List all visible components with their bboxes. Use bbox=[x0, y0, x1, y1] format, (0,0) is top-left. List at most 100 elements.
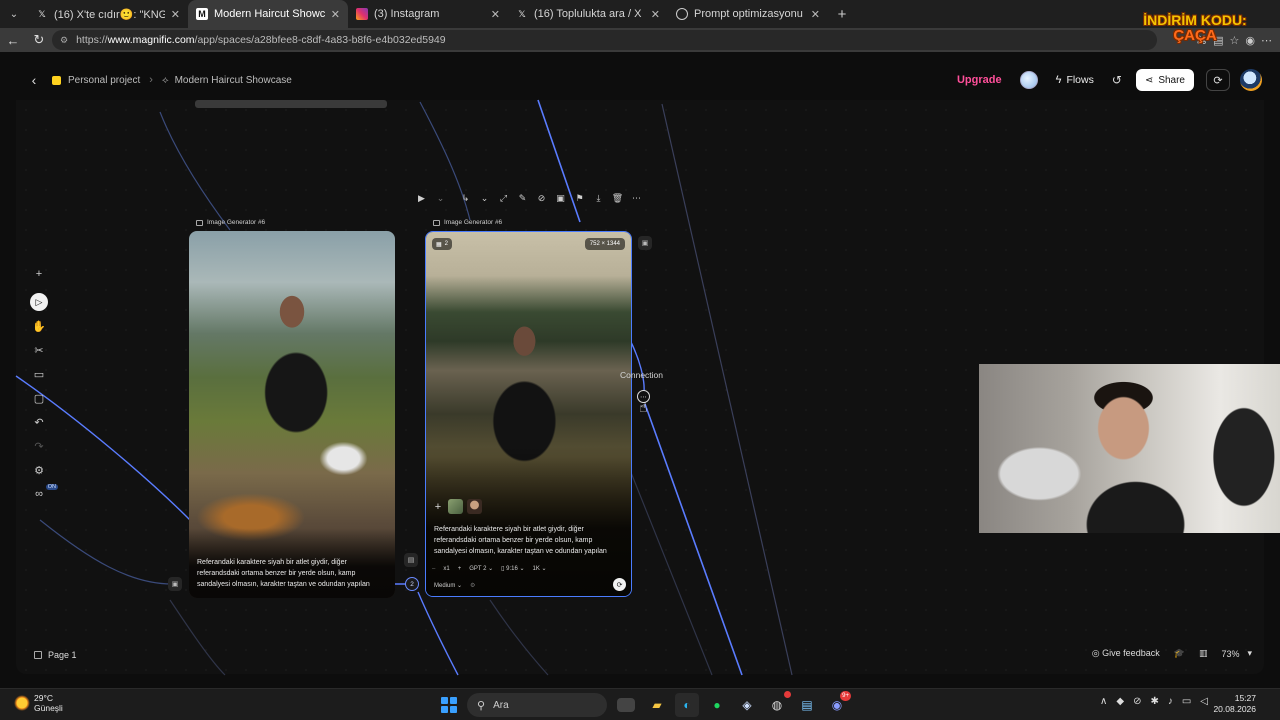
page-icon bbox=[34, 651, 42, 659]
tab-magnific[interactable]: M Modern Haircut Showcase - Space ✕ bbox=[188, 0, 348, 28]
tab-label: Prompt optimizasyonu bbox=[694, 8, 803, 20]
clock[interactable]: 15:27 20.08.2026 bbox=[1213, 693, 1256, 715]
hand-icon[interactable]: ✋ bbox=[28, 314, 50, 338]
image-icon[interactable]: ▣ bbox=[551, 188, 570, 208]
book-icon[interactable]: ▥ bbox=[1199, 648, 1208, 659]
ratio-select[interactable]: ▯ 9:16 ⌄ bbox=[501, 565, 524, 572]
bluetooth-icon[interactable]: ✱ bbox=[1150, 696, 1158, 707]
volume-icon[interactable]: ◁ bbox=[1200, 696, 1208, 707]
reload-icon[interactable]: ↻ bbox=[26, 28, 52, 52]
add-reference-plus-icon[interactable]: + bbox=[432, 501, 444, 513]
page-label: Page 1 bbox=[48, 650, 77, 660]
settings-small-icon[interactable]: ⚙ bbox=[470, 582, 475, 589]
settings-gear-icon[interactable]: ⚙ bbox=[28, 458, 50, 482]
breadcrumb-project[interactable]: Personal project bbox=[68, 75, 140, 86]
connection-port[interactable]: 2 bbox=[405, 577, 419, 591]
model-select[interactable]: GPT 2 ⌄ bbox=[469, 565, 493, 572]
flows-button[interactable]: ϟ Flows bbox=[1056, 74, 1094, 86]
reference-thumbnail[interactable] bbox=[448, 499, 463, 514]
zoom-control[interactable]: 73% ▾ bbox=[1221, 648, 1252, 659]
steam-tray-icon[interactable]: ◆ bbox=[1116, 696, 1124, 707]
frame-icon[interactable]: ▭ bbox=[28, 362, 50, 386]
comment-icon[interactable]: ▢ bbox=[28, 386, 50, 410]
play-icon[interactable]: ▶ bbox=[412, 188, 431, 208]
more-icon[interactable]: ⋯ bbox=[1261, 34, 1272, 47]
user-avatar[interactable] bbox=[1240, 69, 1262, 91]
app-header: ‹ Personal project › ⟡ Modern Haircut Sh… bbox=[16, 62, 1264, 98]
chevron-down-icon[interactable]: ⌄ bbox=[431, 188, 450, 208]
image-generator-node-selected[interactable]: ▦ 2 752 × 1344 + Referandaki karaktere si… bbox=[425, 231, 632, 597]
scissors-icon[interactable]: ✂ bbox=[28, 338, 50, 362]
back-arrow-icon[interactable]: ← bbox=[0, 28, 26, 52]
image-generator-node[interactable]: Referandaki karaktere siyah bir atlet gi… bbox=[189, 231, 395, 598]
tab-x-search[interactable]: 𝕏 (16) Toplulukta ara / X ✕ bbox=[508, 0, 668, 28]
vpn-icon[interactable]: ⊘ bbox=[1133, 696, 1141, 707]
download-icon[interactable]: ⤓ bbox=[589, 188, 608, 208]
upgrade-button[interactable]: Upgrade bbox=[957, 74, 1002, 86]
reference-thumbnail[interactable] bbox=[467, 499, 482, 514]
back-chevron-icon[interactable]: ‹ bbox=[16, 62, 52, 98]
bookmark-icon[interactable]: ⚑ bbox=[570, 188, 589, 208]
url-path: /app/spaces/a28bfee8-c8df-4a83-b8f6-e4b0… bbox=[194, 34, 446, 46]
output-image-icon[interactable]: ▣ bbox=[638, 236, 652, 250]
network-icon[interactable]: ▭ bbox=[1182, 696, 1191, 707]
file-explorer-icon[interactable]: ▰ bbox=[645, 693, 669, 717]
tab-list-chevron-icon[interactable]: ⌄ bbox=[0, 0, 28, 28]
breadcrumb-space[interactable]: Modern Haircut Showcase bbox=[175, 75, 292, 86]
plus-icon[interactable]: + bbox=[458, 566, 462, 572]
url-field[interactable]: ⚙ https://www.magnific.com/app/spaces/a2… bbox=[52, 30, 1157, 50]
resolution-select[interactable]: 1K ⌄ bbox=[533, 565, 547, 572]
stream-overlay-promo: İNDİRİM KODU: ÇAÇA bbox=[1140, 12, 1250, 44]
undo-icon[interactable]: ↶ bbox=[28, 410, 50, 434]
quality-select[interactable]: Medium ⌄ bbox=[434, 582, 462, 589]
task-view-icon[interactable] bbox=[617, 698, 635, 712]
steam-icon[interactable]: ◈ bbox=[735, 693, 759, 717]
redo-icon[interactable]: ↷ bbox=[28, 434, 50, 458]
generate-button[interactable]: ⟳ bbox=[613, 578, 626, 591]
spotify-icon[interactable]: ● bbox=[705, 693, 729, 717]
weather-widget[interactable]: 29°C Güneşli bbox=[14, 693, 63, 713]
close-icon[interactable]: ✕ bbox=[331, 8, 340, 21]
chevron-down-icon[interactable]: ⌄ bbox=[475, 188, 494, 208]
taskbar-search[interactable]: ⚲ Ara bbox=[467, 693, 607, 717]
minus-icon[interactable]: – bbox=[432, 566, 435, 572]
page-selector[interactable]: Page 1 bbox=[34, 650, 77, 660]
edit-icon[interactable]: ✎ bbox=[513, 188, 532, 208]
close-icon[interactable]: ✕ bbox=[651, 8, 660, 21]
chevron-up-icon[interactable]: ∧ bbox=[1100, 696, 1107, 707]
input-image-icon[interactable]: ▣ bbox=[168, 577, 182, 591]
grid-icon: ▦ bbox=[436, 241, 442, 248]
close-icon[interactable]: ✕ bbox=[171, 8, 180, 21]
give-feedback-button[interactable]: ◎ Give feedback bbox=[1092, 648, 1160, 659]
node-panel-icon[interactable]: ▤ bbox=[404, 553, 418, 567]
variations-badge[interactable]: ▦ 2 bbox=[432, 238, 453, 250]
select-tool[interactable]: ▷ bbox=[28, 290, 50, 314]
notepad-icon[interactable]: ▤ bbox=[795, 693, 819, 717]
learn-icon[interactable]: 🎓 bbox=[1174, 648, 1185, 659]
refresh-button[interactable]: ⟳ bbox=[1206, 69, 1230, 91]
edge-icon[interactable]: ◐ bbox=[675, 693, 699, 717]
more-icon[interactable]: ⋯ bbox=[627, 188, 646, 208]
snap-toggle[interactable]: ∞ ON bbox=[28, 482, 58, 506]
prompt-input[interactable]: Referandaki karaktere siyah bir atlet gi… bbox=[434, 524, 624, 557]
microphone-icon[interactable]: ♪ bbox=[1168, 696, 1173, 707]
github-icon[interactable]: ◍ bbox=[765, 691, 791, 717]
add-node-plus-icon[interactable]: + bbox=[28, 262, 50, 286]
close-icon[interactable]: ✕ bbox=[491, 8, 500, 21]
site-info-icon[interactable]: ⚙ bbox=[60, 35, 68, 46]
share-button[interactable]: ⋖ Share bbox=[1135, 69, 1194, 91]
new-tab-plus-icon[interactable]: + bbox=[828, 0, 856, 28]
tab-x-post[interactable]: 𝕏 (16) X'te cıdır🙂: "KNGL EKİP (PAR ✕ bbox=[28, 0, 188, 28]
tab-prompt[interactable]: Prompt optimizasyonu ✕ bbox=[668, 0, 828, 28]
connect-icon[interactable]: ↳ bbox=[456, 188, 475, 208]
discord-badge: 9+ bbox=[840, 691, 851, 701]
tab-instagram[interactable]: (3) Instagram ✕ bbox=[348, 0, 508, 28]
edit-image-icon[interactable]: ⊘ bbox=[532, 188, 551, 208]
credits-avatar[interactable] bbox=[1019, 71, 1038, 89]
trash-icon[interactable]: 🗑 bbox=[608, 188, 627, 208]
close-icon[interactable]: ✕ bbox=[811, 8, 820, 21]
history-icon[interactable]: ↺ bbox=[1112, 73, 1122, 87]
discord-icon[interactable]: ◉ 9+ bbox=[825, 691, 851, 717]
expand-icon[interactable]: ⤢ bbox=[494, 188, 513, 208]
start-button[interactable] bbox=[437, 693, 461, 717]
